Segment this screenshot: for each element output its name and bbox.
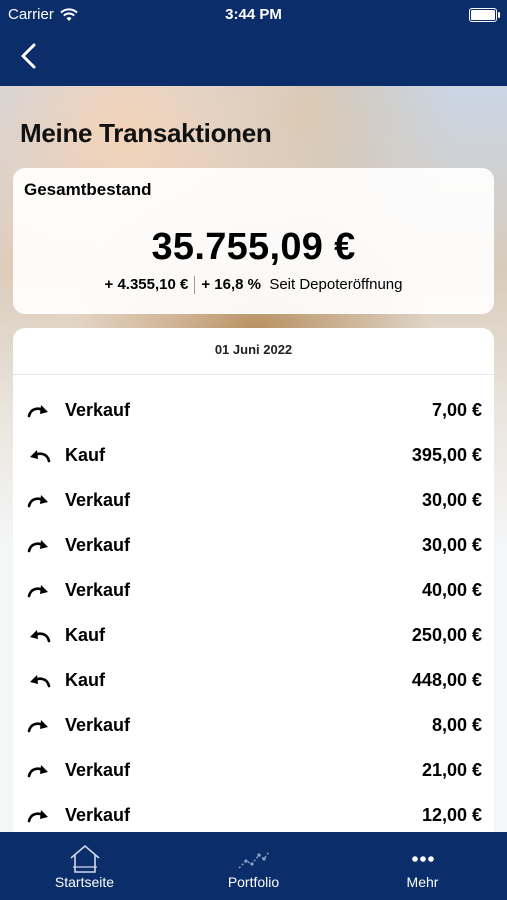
transaction-type: Kauf: [65, 625, 105, 645]
total-value: 35.755,09 €: [151, 226, 356, 268]
tab-label: Startseite: [54, 874, 115, 890]
chart-line-icon: [238, 851, 270, 869]
bottom-tab-bar: Startseite Portfolio Mehr: [0, 832, 507, 900]
arrow-back-icon: [30, 449, 51, 462]
transaction-row[interactable]: Kauf 395,00 €: [13, 433, 494, 478]
total-change: + 4.355,10 € + 16,8 % Seit Depoteröffnung: [13, 276, 494, 295]
transaction-amount: 395,00 €: [411, 445, 482, 465]
transaction-amount: 40,00 €: [421, 580, 482, 600]
arrow-forward-icon: [27, 809, 48, 822]
arrow-forward-icon: [27, 494, 48, 507]
transaction-row[interactable]: Verkauf 8,00 €: [13, 703, 494, 748]
arrow-forward-icon: [27, 539, 48, 552]
top-bar: Carrier 3:44 PM: [0, 0, 507, 86]
transactions-card: 01 Juni 2022 Verkauf 7,00 € Kauf 395,00 € Ve…: [13, 328, 494, 848]
transaction-amount: 8,00 €: [431, 715, 482, 735]
transaction-type: Verkauf: [65, 580, 131, 600]
transaction-row[interactable]: Kauf 448,00 €: [13, 658, 494, 703]
transactions-date: 01 Juni 2022: [214, 342, 293, 357]
arrow-forward-icon: [27, 719, 48, 732]
status-bar: Carrier 3:44 PM: [0, 6, 507, 26]
transaction-type: Kauf: [65, 670, 105, 690]
battery-icon: [469, 8, 500, 22]
total-holdings-card: Gesamtbestand 35.755,09 € + 4.355,10 € + …: [13, 168, 494, 314]
arrow-forward-icon: [27, 764, 48, 777]
more-dots-icon: [411, 856, 434, 862]
transaction-row[interactable]: Kauf 250,00 €: [13, 613, 494, 658]
transaction-row[interactable]: Verkauf 30,00 €: [13, 523, 494, 568]
transaction-type: Verkauf: [65, 400, 131, 420]
change-separator: [194, 276, 196, 295]
arrow-forward-icon: [27, 584, 48, 597]
transactions-list: Verkauf 7,00 € Kauf 395,00 € Verkauf 30,00 € V…: [13, 388, 494, 838]
page-title: Meine Transaktionen: [20, 118, 272, 148]
tab-startseite[interactable]: Startseite: [0, 832, 169, 900]
transaction-type: Kauf: [65, 445, 105, 465]
transaction-amount: 12,00 €: [421, 805, 482, 825]
home-icon: [69, 844, 100, 873]
tab-label: Portfolio: [227, 874, 280, 890]
transaction-type: Verkauf: [65, 715, 131, 735]
arrow-back-icon: [30, 674, 51, 687]
divider: [13, 374, 494, 375]
transaction-type: Verkauf: [65, 490, 131, 510]
transaction-amount: 30,00 €: [421, 535, 482, 555]
total-label: Gesamtbestand: [24, 180, 152, 199]
tab-portfolio[interactable]: Portfolio: [169, 832, 338, 900]
transaction-row[interactable]: Verkauf 30,00 €: [13, 478, 494, 523]
change-percent: + 16,8 %: [201, 276, 261, 293]
transaction-type: Verkauf: [65, 805, 131, 825]
change-absolute: + 4.355,10 €: [104, 276, 189, 293]
transaction-row[interactable]: Verkauf 21,00 €: [13, 748, 494, 793]
change-since-label: Seit Depoteröffnung: [269, 276, 403, 293]
transaction-type: Verkauf: [65, 535, 131, 555]
tab-label: Mehr: [406, 874, 439, 890]
transaction-type: Verkauf: [65, 760, 131, 780]
status-time: 3:44 PM: [225, 6, 282, 23]
transaction-row[interactable]: Verkauf 7,00 €: [13, 388, 494, 433]
transaction-amount: 448,00 €: [411, 670, 482, 690]
transaction-amount: 21,00 €: [421, 760, 482, 780]
transaction-row[interactable]: Verkauf 40,00 €: [13, 568, 494, 613]
transaction-amount: 30,00 €: [421, 490, 482, 510]
transaction-amount: 250,00 €: [411, 625, 482, 645]
arrow-back-icon: [30, 629, 51, 642]
arrow-forward-icon: [27, 404, 48, 417]
tab-mehr[interactable]: Mehr: [338, 832, 507, 900]
transaction-amount: 7,00 €: [431, 400, 482, 420]
back-chevron-icon[interactable]: [14, 40, 44, 72]
